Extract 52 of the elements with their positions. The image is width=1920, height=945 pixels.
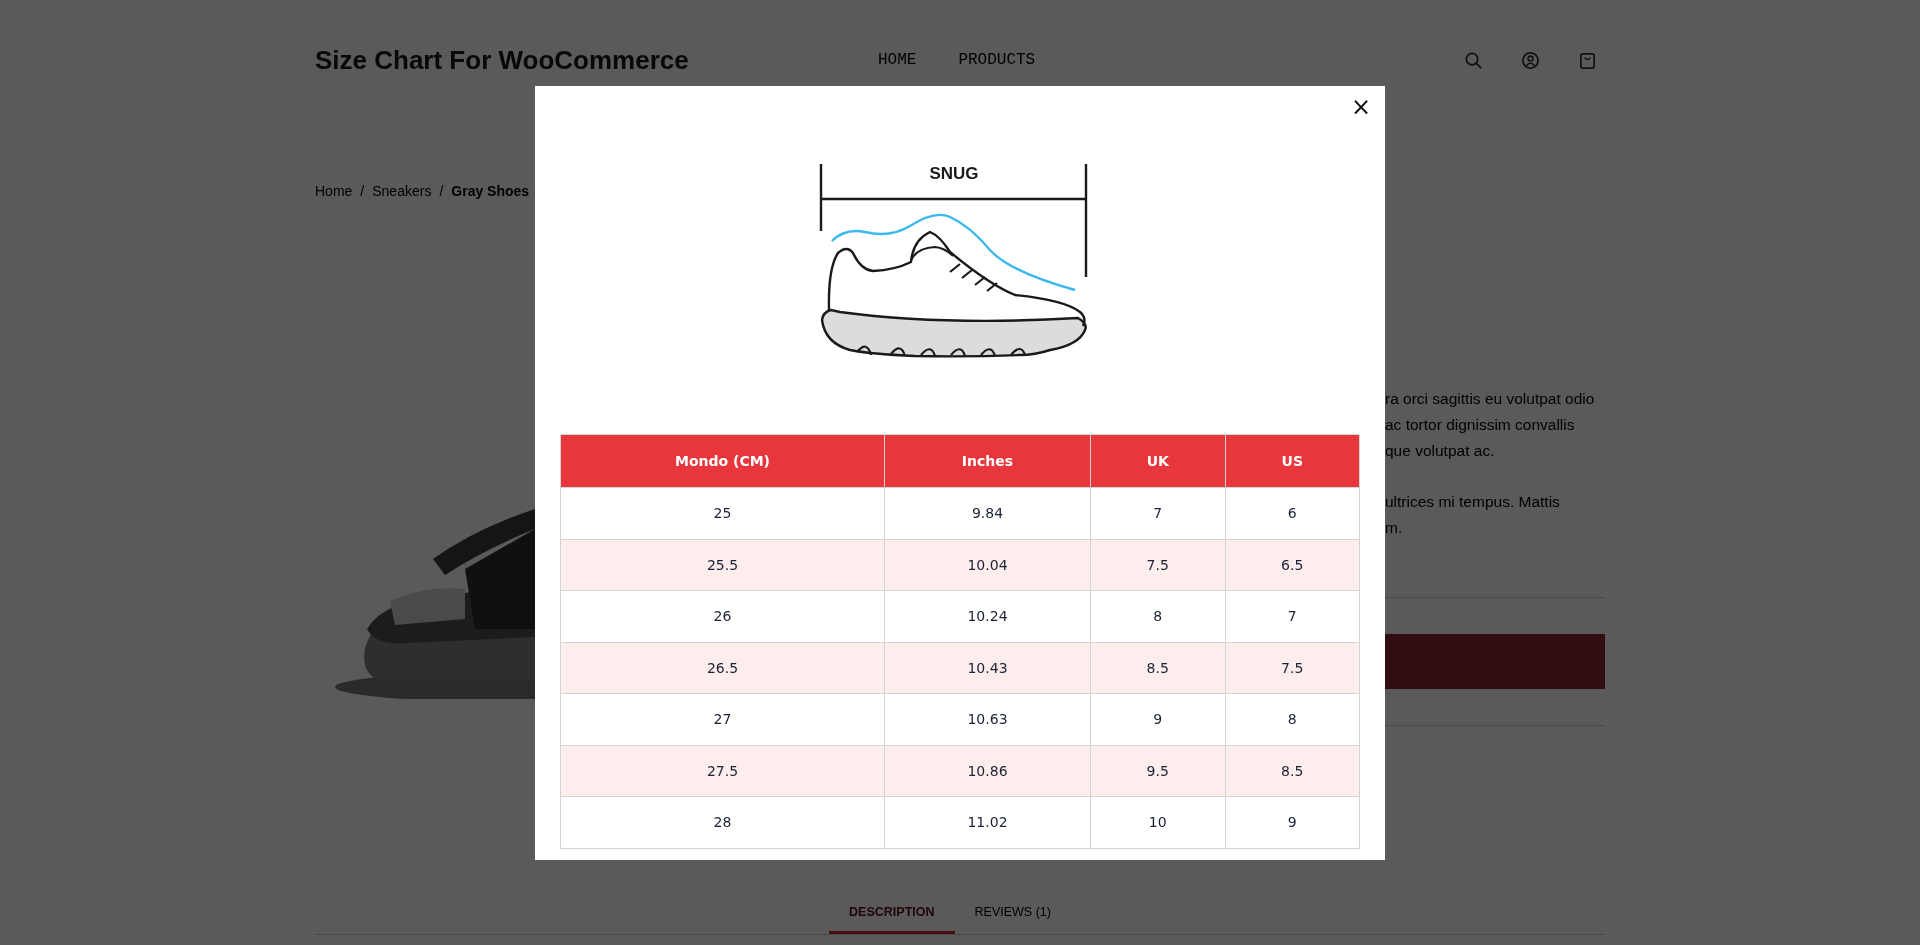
table-cell: 25 (560, 487, 885, 539)
nav-link[interactable]: HOME (878, 51, 917, 69)
breadcrumb-current: Gray Shoes (451, 183, 530, 199)
table-cell: 26 (560, 590, 885, 642)
account-icon[interactable] (1521, 50, 1540, 70)
breadcrumb-separator: / (439, 183, 444, 199)
table-cell: 6.5 (1225, 539, 1360, 591)
column-header: Mondo (CM) (560, 434, 885, 488)
table-cell: 8 (1090, 590, 1225, 642)
table-cell: 10 (1090, 796, 1225, 848)
fit-label: SNUG (929, 164, 979, 183)
description-text: ra orci sagittis eu volutpat odio (1385, 389, 1595, 409)
table-cell: 25.5 (560, 539, 885, 591)
table-cell: 6 (1225, 487, 1360, 539)
breadcrumb-link[interactable]: Home (315, 183, 353, 199)
table-cell: 9 (1225, 796, 1360, 848)
column-header: US (1225, 434, 1360, 488)
description-text: ac tortor dignissim convallis (1385, 415, 1575, 435)
site-logo[interactable]: Size Chart For WooCommerce (315, 44, 878, 76)
close-button[interactable]: × (1350, 95, 1371, 119)
description-text: ultrices mi tempus. Mattis (1385, 492, 1560, 512)
table-cell: 9.84 (884, 487, 1091, 539)
table-cell: 7 (1225, 590, 1360, 642)
table-cell: 7 (1090, 487, 1225, 539)
bag-icon[interactable] (1578, 50, 1597, 70)
column-header: UK (1090, 434, 1225, 488)
table-cell: 7.5 (1225, 642, 1360, 694)
table-cell: 27 (560, 693, 885, 745)
table-cell: 10.04 (884, 539, 1091, 591)
table-cell: 26.5 (560, 642, 885, 694)
tab[interactable]: DESCRIPTION (829, 891, 955, 934)
table-cell: 28 (560, 796, 885, 848)
table-cell: 10.43 (884, 642, 1091, 694)
table-cell: 8 (1225, 693, 1360, 745)
column-header: Inches (884, 434, 1091, 488)
search-icon[interactable] (1464, 50, 1483, 70)
nav-link[interactable]: PRODUCTS (958, 51, 1036, 69)
table-cell: 10.24 (884, 590, 1091, 642)
table-cell: 7.5 (1090, 539, 1225, 591)
breadcrumb-link[interactable]: Sneakers (372, 183, 432, 199)
table-cell: 11.02 (884, 796, 1091, 848)
description-text: m. (1385, 518, 1403, 538)
table-cell: 9.5 (1090, 745, 1225, 797)
table-cell: 10.63 (884, 693, 1091, 745)
table-cell: 27.5 (560, 745, 885, 797)
table-cell: 8.5 (1090, 642, 1225, 694)
tab[interactable]: REVIEWS (1) (954, 891, 1071, 934)
table-cell: 9 (1090, 693, 1225, 745)
table-cell: 10.86 (884, 745, 1091, 797)
description-text: que volutpat ac. (1385, 441, 1495, 461)
breadcrumb-separator: / (360, 183, 365, 199)
table-cell: 8.5 (1225, 745, 1360, 797)
